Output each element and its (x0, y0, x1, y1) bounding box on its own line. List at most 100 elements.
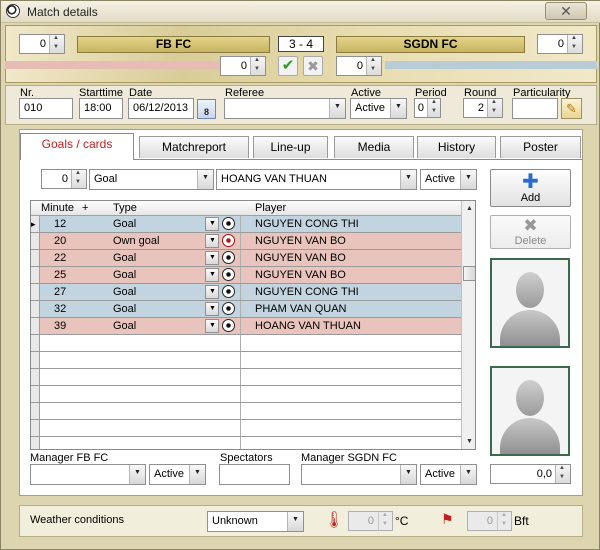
nr-input[interactable]: 010 (19, 98, 73, 119)
empty-row[interactable] (31, 335, 461, 352)
chevron-down-icon[interactable] (205, 285, 219, 299)
row-indicator[interactable] (31, 335, 40, 351)
player-select[interactable]: HOANG VAN THUAN (216, 169, 417, 190)
chevron-down-icon[interactable] (205, 217, 219, 231)
temperature-spinner[interactable]: 0 (348, 511, 393, 531)
tab-media[interactable]: Media (334, 136, 414, 158)
chevron-down-icon[interactable] (287, 512, 303, 531)
spinner-arrows-icon[interactable] (555, 465, 570, 483)
spinner-arrows-icon[interactable] (487, 99, 502, 117)
goal-row[interactable]: 32 Goal PHAM VAN QUAN (31, 301, 461, 318)
weather-select[interactable]: Unknown (207, 511, 304, 532)
manager-away-active-select[interactable]: Active (420, 464, 477, 485)
row-indicator[interactable] (31, 250, 40, 266)
referee-select[interactable] (224, 98, 346, 119)
row-indicator[interactable] (31, 437, 40, 449)
rating-spinner[interactable]: 0,0 (490, 464, 571, 484)
empty-row[interactable] (31, 386, 461, 403)
row-indicator[interactable] (31, 420, 40, 436)
empty-row[interactable] (31, 403, 461, 420)
chevron-down-icon[interactable] (189, 465, 205, 484)
tab-line-up[interactable]: Line-up (253, 136, 328, 158)
goal-row[interactable]: 22 Goal NGUYEN VAN BO (31, 250, 461, 267)
chevron-down-icon[interactable] (329, 99, 345, 118)
tab-matchreport[interactable]: Matchreport (139, 136, 249, 158)
chevron-down-icon[interactable] (400, 170, 416, 189)
goals-grid[interactable]: Minute + Type Player ▸ 12 Goal NGUYEN CONG … (30, 200, 476, 450)
row-indicator[interactable] (31, 386, 40, 402)
tab-history[interactable]: History (417, 136, 496, 158)
scroll-thumb[interactable] (463, 266, 475, 281)
row-indicator[interactable] (31, 352, 40, 368)
delete-button[interactable]: ✖ Delete (490, 215, 571, 249)
cancel-score-button[interactable]: ✖ (303, 56, 323, 76)
spinner-arrows-icon[interactable] (250, 57, 265, 75)
tab-goals-cards[interactable]: Goals / cards (20, 133, 134, 160)
spectators-input[interactable] (219, 464, 290, 485)
player-active-select[interactable]: Active (420, 169, 477, 190)
spinner-arrows-icon[interactable] (366, 57, 381, 75)
row-indicator[interactable] (31, 301, 40, 317)
round-spinner[interactable]: 2 (463, 98, 503, 118)
particularity-input[interactable] (512, 98, 558, 119)
col-minute-header[interactable]: Minute (41, 202, 74, 214)
row-indicator[interactable] (31, 267, 40, 283)
goal-row[interactable]: 25 Goal NGUYEN VAN BO (31, 267, 461, 284)
active-select[interactable]: Active (350, 98, 407, 119)
row-indicator[interactable] (31, 284, 40, 300)
chevron-down-icon[interactable] (205, 319, 219, 333)
spinner-arrows-icon[interactable] (71, 170, 86, 188)
date-input[interactable]: 06/12/2013 (128, 98, 194, 119)
manager-home-active-select[interactable]: Active (149, 464, 206, 485)
spinner-arrows-icon[interactable] (378, 512, 392, 530)
spinner-arrows-icon[interactable] (567, 35, 582, 53)
chevron-down-icon[interactable] (129, 465, 145, 484)
chevron-down-icon[interactable] (205, 268, 219, 282)
row-indicator[interactable] (31, 233, 40, 249)
close-button[interactable]: ✕ (545, 2, 587, 20)
chevron-down-icon[interactable] (460, 465, 476, 484)
goal-row[interactable]: ▸ 12 Goal NGUYEN CONG THI (31, 216, 461, 233)
goal-row[interactable]: 27 Goal NGUYEN CONG THI (31, 284, 461, 301)
chevron-down-icon[interactable] (197, 170, 213, 189)
chevron-down-icon[interactable] (400, 465, 416, 484)
away-sub-spinner[interactable]: 0 (336, 56, 382, 76)
row-indicator[interactable]: ▸ (31, 216, 40, 232)
home-sub-spinner[interactable]: 0 (220, 56, 266, 76)
scroll-down-icon[interactable]: ▼ (462, 434, 475, 449)
chevron-down-icon[interactable] (205, 234, 219, 248)
row-indicator[interactable] (31, 369, 40, 385)
empty-row[interactable] (31, 369, 461, 386)
grid-scrollbar[interactable]: ▲ ▼ (461, 201, 475, 449)
minute-spinner[interactable]: 0 (41, 169, 87, 189)
col-type-header[interactable]: Type (113, 202, 137, 214)
chevron-down-icon[interactable] (205, 302, 219, 316)
spinner-arrows-icon[interactable] (497, 512, 511, 530)
col-sort-icon[interactable]: + (82, 202, 88, 214)
tab-poster[interactable]: Poster (500, 136, 581, 158)
chevron-down-icon[interactable] (205, 251, 219, 265)
type-select[interactable]: Goal (89, 169, 214, 190)
pencil-icon[interactable]: ✎ (561, 98, 582, 119)
goal-row[interactable]: 20 Own goal NGUYEN VAN BO (31, 233, 461, 250)
chevron-down-icon[interactable] (390, 99, 406, 118)
confirm-score-button[interactable]: ✔ (278, 56, 298, 76)
manager-home-select[interactable] (30, 464, 146, 485)
period-spinner[interactable]: 0 (414, 98, 441, 118)
home-left-spinner[interactable]: 0 (19, 34, 65, 54)
empty-row[interactable] (31, 352, 461, 369)
row-indicator[interactable] (31, 403, 40, 419)
calendar-icon[interactable]: 8 (197, 99, 216, 119)
row-indicator[interactable] (31, 318, 40, 334)
add-button[interactable]: ✚ Add (490, 169, 571, 207)
empty-row[interactable] (31, 420, 461, 437)
goal-row[interactable]: 39 Goal HOANG VAN THUAN (31, 318, 461, 335)
manager-away-select[interactable] (301, 464, 417, 485)
spinner-arrows-icon[interactable] (427, 99, 440, 117)
starttime-input[interactable]: 18:00 (79, 98, 123, 119)
chevron-down-icon[interactable] (460, 170, 476, 189)
away-right-spinner[interactable]: 0 (537, 34, 583, 54)
spinner-arrows-icon[interactable] (49, 35, 64, 53)
empty-row[interactable] (31, 437, 461, 449)
wind-spinner[interactable]: 0 (467, 511, 512, 531)
